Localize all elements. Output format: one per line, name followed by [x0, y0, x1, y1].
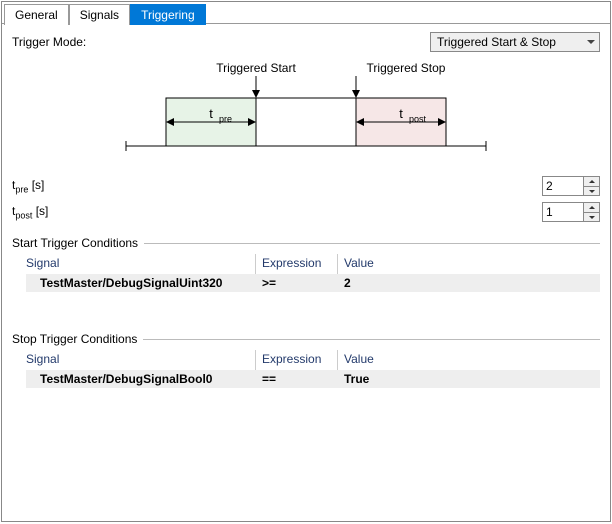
- tab-triggering[interactable]: Triggering: [130, 4, 206, 25]
- cell-expression: >=: [262, 276, 338, 290]
- tpost-input[interactable]: [543, 203, 583, 221]
- svg-text:post: post: [409, 114, 427, 124]
- col-header-value[interactable]: Value: [344, 350, 594, 370]
- tpost-label: tpost [s]: [12, 204, 542, 220]
- cell-expression: ==: [262, 372, 338, 386]
- chevron-up-icon: [589, 180, 595, 183]
- timing-diagram: t pre t post Triggered Start Triggered S…: [12, 58, 600, 158]
- tpost-row: tpost [s]: [12, 202, 600, 222]
- trigger-mode-dropdown[interactable]: Triggered Start & Stop: [430, 32, 600, 52]
- tpost-spinner[interactable]: [542, 202, 600, 222]
- chevron-down-icon: [589, 216, 595, 219]
- stop-conditions-title: Stop Trigger Conditions: [12, 332, 143, 346]
- start-conditions-table: Signal Expression Value TestMaster/Debug…: [26, 254, 600, 292]
- tpre-input[interactable]: [543, 177, 583, 195]
- trigger-mode-selected: Triggered Start & Stop: [437, 35, 556, 49]
- col-header-expression[interactable]: Expression: [262, 254, 338, 274]
- col-header-value[interactable]: Value: [344, 254, 594, 274]
- tab-general[interactable]: General: [4, 4, 69, 25]
- table-row[interactable]: TestMaster/DebugSignalUint320 >= 2: [26, 274, 600, 292]
- chevron-down-icon: [589, 190, 595, 193]
- svg-text:t: t: [399, 106, 403, 121]
- tpost-down-button[interactable]: [584, 212, 599, 221]
- tab-content: Trigger Mode: Triggered Start & Stop: [2, 24, 610, 394]
- cell-value: True: [344, 372, 594, 386]
- cell-signal: TestMaster/DebugSignalBool0: [26, 372, 256, 386]
- trigger-mode-row: Trigger Mode: Triggered Start & Stop: [12, 32, 600, 52]
- tab-signals[interactable]: Signals: [69, 4, 130, 25]
- tpre-label: tpre [s]: [12, 178, 542, 194]
- tpre-spinner[interactable]: [542, 176, 600, 196]
- tabstrip: General Signals Triggering: [2, 2, 610, 24]
- table-header: Signal Expression Value: [26, 350, 600, 370]
- start-conditions-title: Start Trigger Conditions: [12, 236, 144, 250]
- svg-text:t: t: [209, 106, 213, 121]
- tpre-up-button[interactable]: [584, 177, 599, 186]
- triggered-stop-label: Triggered Stop: [367, 61, 446, 75]
- tpost-up-button[interactable]: [584, 203, 599, 212]
- svg-text:pre: pre: [219, 114, 232, 124]
- stop-conditions-header: Stop Trigger Conditions: [12, 332, 600, 346]
- stop-conditions-table: Signal Expression Value TestMaster/Debug…: [26, 350, 600, 388]
- tpre-down-button[interactable]: [584, 186, 599, 195]
- triggering-panel: General Signals Triggering Trigger Mode:…: [1, 1, 611, 522]
- chevron-down-icon: [587, 40, 595, 44]
- table-header: Signal Expression Value: [26, 254, 600, 274]
- triggered-start-label: Triggered Start: [216, 61, 296, 75]
- trigger-mode-label: Trigger Mode:: [12, 35, 86, 49]
- cell-value: 2: [344, 276, 594, 290]
- col-header-signal[interactable]: Signal: [26, 254, 256, 274]
- start-conditions-header: Start Trigger Conditions: [12, 236, 600, 250]
- chevron-up-icon: [589, 206, 595, 209]
- col-header-expression[interactable]: Expression: [262, 350, 338, 370]
- table-row[interactable]: TestMaster/DebugSignalBool0 == True: [26, 370, 600, 388]
- col-header-signal[interactable]: Signal: [26, 350, 256, 370]
- cell-signal: TestMaster/DebugSignalUint320: [26, 276, 256, 290]
- tpre-row: tpre [s]: [12, 176, 600, 196]
